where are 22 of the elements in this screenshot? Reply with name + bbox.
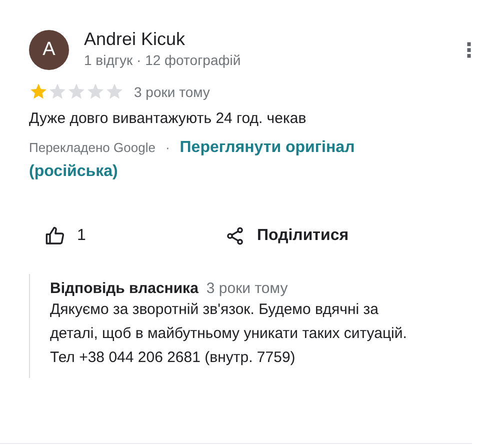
original-link[interactable]: Переглянути оригінал — [180, 139, 355, 156]
review-date: 3 роки тому — [134, 84, 210, 100]
owner-reply-date: 3 роки тому — [206, 280, 288, 297]
share-icon — [225, 226, 245, 246]
thumbs-up-icon — [45, 226, 65, 246]
star-icon — [48, 82, 67, 101]
star-icon — [29, 82, 48, 101]
more-menu-button[interactable]: ⋮ — [459, 38, 475, 62]
author-meta: 1 відгук · 12 фотографій — [84, 51, 242, 70]
original-link[interactable]: (російська) — [29, 163, 118, 180]
owner-reply-title: Відповідь власника — [50, 280, 198, 297]
author-name[interactable]: Andrei Kicuk — [84, 28, 459, 50]
like-button[interactable]: 1 — [45, 226, 225, 246]
star-icon — [67, 82, 86, 101]
star-icon — [105, 82, 124, 101]
star-icon — [86, 82, 105, 101]
translation-note: Перекладено Google — [29, 140, 156, 155]
share-button[interactable]: Поділитися — [225, 226, 349, 246]
review-text: Дуже довго вивантажують 24 год. чекав — [29, 109, 308, 129]
avatar[interactable]: A — [29, 30, 69, 70]
separator-dot: · — [165, 140, 170, 155]
owner-reply-text: Дякуємо за зворотній зв'язок. Будемо вдячні за деталі, щоб в майбутньому уникати таких ситуацій. Тел +38 044 206 2681 (внутр. 7759) — [50, 300, 408, 368]
